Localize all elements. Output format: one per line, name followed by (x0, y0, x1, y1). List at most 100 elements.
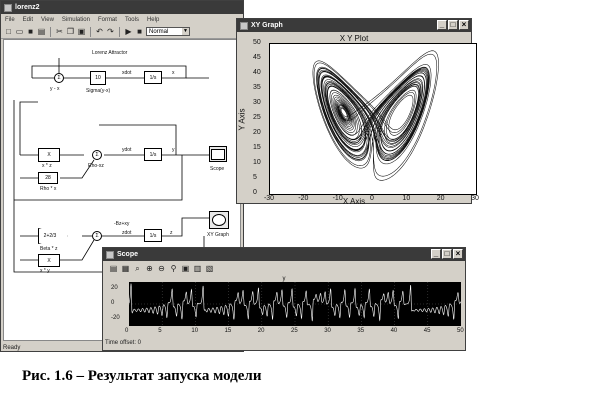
product-xz-times: X (47, 152, 51, 158)
xy-ytick-label: 5 (253, 174, 257, 181)
simulink-icon (4, 3, 12, 12)
sim-mode-value: Normal (149, 29, 169, 35)
autoscale-icon[interactable]: ⚲ (169, 264, 178, 273)
scope-xtick-label: 0 (125, 328, 129, 334)
menu-file[interactable]: File (5, 17, 15, 23)
scope-block-icon (211, 148, 225, 160)
menu-edit[interactable]: Edit (23, 17, 33, 23)
xy-ytick-label: 45 (253, 54, 261, 61)
scope-xtick-label: 45 (423, 328, 431, 334)
scope-window-controls: _ □ × (431, 249, 463, 259)
gain-rho-block[interactable]: 28 (38, 172, 58, 184)
xy-ytick-label: 20 (253, 129, 261, 136)
cut-icon[interactable]: ✂ (55, 27, 64, 36)
label-xz: x * z (42, 163, 52, 169)
sum-block-bottom[interactable]: Σ (92, 231, 102, 241)
menu-help[interactable]: Help (147, 17, 159, 23)
figure-icon (240, 21, 248, 30)
model-titlebar[interactable]: lorenz2 (1, 1, 243, 14)
print-icon[interactable]: ▤ (37, 27, 46, 36)
label-sigma: Sigma(y-x) (86, 88, 111, 94)
menu-tools[interactable]: Tools (125, 17, 139, 23)
xy-graph-block[interactable] (209, 211, 229, 229)
label-beta: Beta * z (40, 246, 58, 252)
close-button[interactable]: × (459, 20, 469, 30)
print-icon[interactable]: ▤ (109, 264, 118, 273)
save-axes-icon[interactable]: ▣ (181, 264, 190, 273)
stop-icon[interactable]: ■ (135, 27, 144, 36)
label-xy-graph: XY Graph (207, 232, 229, 238)
integrator-z-block[interactable]: 1/s (144, 229, 162, 242)
xy-ylabel: Y Axis (237, 108, 247, 131)
model-menubar: File Edit View Simulation Format Tools H… (1, 14, 243, 25)
label-y: y (172, 147, 175, 153)
label-xy: x * y (40, 268, 50, 274)
restore-axes-icon[interactable]: ▥ (193, 264, 202, 273)
redo-icon[interactable]: ↷ (106, 27, 115, 36)
scope-ytick-label: 20 (111, 285, 118, 292)
toolbar-separator (50, 26, 51, 37)
scope-xtick-label: 20 (257, 328, 265, 334)
scope-time-offset: Time offset: 0 (105, 340, 142, 346)
label-z: z (170, 230, 173, 236)
floating-scope-icon[interactable]: ▧ (205, 264, 214, 273)
paste-icon[interactable]: ▣ (77, 27, 86, 36)
toolbar-separator (119, 26, 120, 37)
zoom-y-icon[interactable]: ⊖ (157, 264, 166, 273)
scope-block[interactable] (209, 146, 227, 162)
gain-sigma-block[interactable]: 10 (90, 71, 106, 85)
minimize-button[interactable]: _ (431, 249, 441, 259)
xy-window-title: XY Graph (251, 22, 283, 29)
xy-graph-block-icon (212, 214, 226, 226)
integrator-z-label: 1/s (149, 232, 157, 239)
menu-view[interactable]: View (41, 17, 54, 23)
menu-simulation[interactable]: Simulation (62, 17, 90, 23)
zoom-x-icon[interactable]: ⊕ (145, 264, 154, 273)
maximize-button[interactable]: □ (448, 20, 458, 30)
xy-ytick-label: 50 (253, 39, 261, 46)
label-scope: Scope (210, 166, 225, 172)
undo-icon[interactable]: ↶ (95, 27, 104, 36)
chevron-down-icon[interactable]: ▼ (182, 28, 189, 35)
menu-format[interactable]: Format (98, 17, 117, 23)
play-icon[interactable]: ▶ (124, 27, 133, 36)
save-icon[interactable]: ■ (26, 27, 35, 36)
figure-caption: Рис. 1.6 – Результат запуска модели (22, 368, 262, 384)
integrator-y-block[interactable]: 1/s (144, 148, 162, 161)
scope-xtick-label: 40 (390, 328, 398, 334)
beta-value: 2+2/3 (43, 233, 57, 239)
product-xz-block[interactable]: X (38, 148, 60, 162)
minimize-button[interactable]: _ (437, 20, 447, 30)
xy-ytick-label: 40 (253, 69, 261, 76)
close-button[interactable]: × (453, 249, 463, 259)
figure-icon (106, 250, 114, 259)
zoom-icon[interactable]: ⌕ (133, 264, 142, 273)
scope-window: Scope _ □ × ▤ ▦ ⌕ ⊕ ⊖ ⚲ ▣ ▥ ▧ y 20 0 -20 0… (102, 247, 466, 351)
scope-toolbar: ▤ ▦ ⌕ ⊕ ⊖ ⚲ ▣ ▥ ▧ (103, 261, 465, 275)
xy-trajectory-path (312, 50, 439, 181)
open-icon[interactable]: ▭ (15, 27, 24, 36)
integrator-y-label: 1/s (149, 151, 157, 158)
scope-plot (129, 282, 461, 326)
toolbar-separator (90, 26, 91, 37)
copy-icon[interactable]: ❐ (66, 27, 75, 36)
integrator-x-label: 1/s (149, 74, 157, 81)
scope-titlebar[interactable]: Scope _ □ × (103, 248, 465, 261)
model-toolbar: □ ▭ ■ ▤ ✂ ❐ ▣ ↶ ↷ ▶ ■ Normal ▼ (1, 25, 243, 39)
xy-graph-window: XY Graph _ □ × X Y Plot Y Axis 50 45 40 35 3… (236, 18, 479, 206)
scope-xtick-label: 5 (158, 328, 162, 334)
xy-titlebar[interactable]: XY Graph _ □ × (237, 19, 471, 32)
sum-block-middle[interactable]: Σ (92, 150, 102, 160)
gain10-value: 10 (95, 75, 101, 81)
sim-mode-select[interactable]: Normal ▼ (146, 27, 190, 36)
sum-block-top[interactable]: Σ (54, 73, 64, 83)
parameters-icon[interactable]: ▦ (121, 264, 130, 273)
scope-ytick-label: -20 (111, 314, 120, 321)
new-icon[interactable]: □ (4, 27, 13, 36)
maximize-button[interactable]: □ (442, 249, 452, 259)
scope-xtick-label: 15 (224, 328, 232, 334)
product-xy-block[interactable]: X (38, 254, 60, 267)
label-x: x (172, 70, 175, 76)
xy-plot (269, 43, 477, 195)
integrator-x-block[interactable]: 1/s (144, 71, 162, 84)
